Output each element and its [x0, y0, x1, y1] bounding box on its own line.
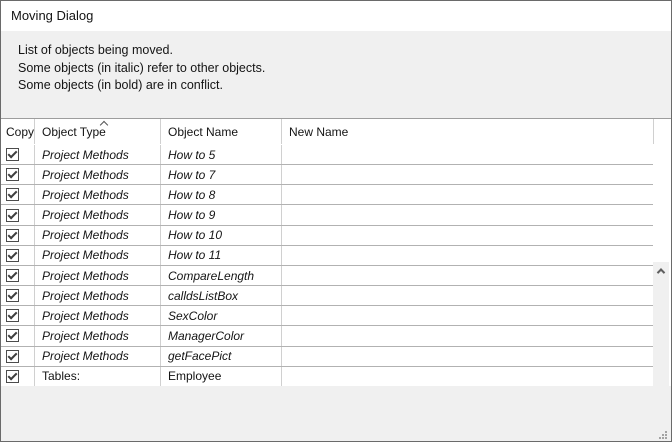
- object-name-cell: How to 7: [161, 165, 282, 184]
- copy-checkbox[interactable]: [6, 168, 19, 181]
- copy-checkbox[interactable]: [6, 209, 19, 222]
- copy-checkbox[interactable]: [6, 370, 19, 383]
- objects-table: Copy Object Type Object Name New Name Pr…: [1, 118, 671, 386]
- chevron-up-icon: [657, 268, 665, 276]
- object-name-cell: How to 8: [161, 185, 282, 204]
- new-name-cell[interactable]: [282, 226, 653, 245]
- object-name-cell: getFacePict: [161, 347, 282, 366]
- info-line-3: Some objects (in bold) are in conflict.: [18, 77, 671, 95]
- moving-dialog-window: Moving Dialog List of objects being move…: [0, 0, 672, 442]
- object-name-cell: How to 5: [161, 145, 282, 164]
- object-name-cell: ManagerColor: [161, 326, 282, 345]
- table-row[interactable]: Project Methods How to 8: [1, 185, 653, 205]
- object-type-cell: Project Methods: [35, 205, 161, 224]
- object-type-cell: Project Methods: [35, 185, 161, 204]
- column-header-filler: [654, 119, 671, 144]
- copy-checkbox[interactable]: [6, 350, 19, 363]
- copy-cell: [1, 185, 35, 204]
- table-row[interactable]: Project Methods getFacePict: [1, 347, 653, 367]
- copy-checkbox[interactable]: [6, 269, 19, 282]
- new-name-cell[interactable]: [282, 246, 653, 265]
- copy-cell: [1, 165, 35, 184]
- copy-checkbox[interactable]: [6, 188, 19, 201]
- new-name-cell[interactable]: [282, 185, 653, 204]
- button-bar: Next > Cancel: [1, 386, 671, 442]
- table-row[interactable]: Project Methods calldsListBox: [1, 286, 653, 306]
- object-name-cell: How to 11: [161, 246, 282, 265]
- object-type-cell: Project Methods: [35, 266, 161, 285]
- table-row[interactable]: Project Methods SexColor: [1, 306, 653, 326]
- object-type-cell: Project Methods: [35, 145, 161, 164]
- info-line-2: Some objects (in italic) refer to other …: [18, 60, 671, 78]
- new-name-cell[interactable]: [282, 165, 653, 184]
- object-type-cell: Project Methods: [35, 246, 161, 265]
- table-row[interactable]: Project Methods ManagerColor: [1, 326, 653, 346]
- copy-checkbox[interactable]: [6, 329, 19, 342]
- table-body: Project Methods How to 5 Project Methods…: [1, 145, 653, 387]
- object-type-cell: Project Methods: [35, 347, 161, 366]
- object-name-cell: Employee: [161, 367, 282, 386]
- object-type-cell: Tables:: [35, 367, 161, 386]
- column-header-new-name[interactable]: New Name: [282, 119, 654, 144]
- copy-cell: [1, 367, 35, 386]
- object-type-cell: Project Methods: [35, 226, 161, 245]
- new-name-cell[interactable]: [282, 306, 653, 325]
- new-name-cell[interactable]: [282, 205, 653, 224]
- object-type-cell: Project Methods: [35, 306, 161, 325]
- new-name-cell[interactable]: [282, 347, 653, 366]
- resize-grip-icon[interactable]: [658, 430, 667, 439]
- object-name-cell: How to 10: [161, 226, 282, 245]
- table-row[interactable]: Project Methods How to 5: [1, 145, 653, 165]
- table-header: Copy Object Type Object Name New Name: [1, 119, 671, 144]
- new-name-cell[interactable]: [282, 145, 653, 164]
- info-line-1: List of objects being moved.: [18, 42, 671, 60]
- copy-checkbox[interactable]: [6, 249, 19, 262]
- title-bar: Moving Dialog: [1, 1, 671, 31]
- object-name-cell: SexColor: [161, 306, 282, 325]
- copy-checkbox[interactable]: [6, 148, 19, 161]
- object-name-cell: How to 9: [161, 205, 282, 224]
- copy-cell: [1, 226, 35, 245]
- column-header-object-type[interactable]: Object Type: [35, 119, 161, 144]
- copy-cell: [1, 246, 35, 265]
- info-panel: List of objects being moved. Some object…: [1, 31, 671, 118]
- object-name-cell: CompareLength: [161, 266, 282, 285]
- copy-cell: [1, 306, 35, 325]
- object-type-cell: Project Methods: [35, 326, 161, 345]
- column-header-object-name[interactable]: Object Name: [161, 119, 282, 144]
- table-row[interactable]: Tables: Employee: [1, 367, 653, 387]
- copy-cell: [1, 145, 35, 164]
- table-row[interactable]: Project Methods CompareLength: [1, 266, 653, 286]
- table-row[interactable]: Project Methods How to 11: [1, 246, 653, 266]
- new-name-cell[interactable]: [282, 367, 653, 386]
- copy-cell: [1, 286, 35, 305]
- object-type-cell: Project Methods: [35, 286, 161, 305]
- copy-checkbox[interactable]: [6, 289, 19, 302]
- copy-checkbox[interactable]: [6, 229, 19, 242]
- new-name-cell[interactable]: [282, 326, 653, 345]
- new-name-cell[interactable]: [282, 266, 653, 285]
- object-type-cell: Project Methods: [35, 165, 161, 184]
- copy-checkbox[interactable]: [6, 309, 19, 322]
- copy-cell: [1, 205, 35, 224]
- table-row[interactable]: Project Methods How to 7: [1, 165, 653, 185]
- object-name-cell: calldsListBox: [161, 286, 282, 305]
- table-row[interactable]: Project Methods How to 9: [1, 205, 653, 225]
- copy-cell: [1, 266, 35, 285]
- window-title: Moving Dialog: [11, 8, 93, 23]
- copy-cell: [1, 326, 35, 345]
- scroll-up-button[interactable]: [653, 262, 669, 279]
- table-row[interactable]: Project Methods How to 10: [1, 226, 653, 246]
- column-header-copy[interactable]: Copy: [1, 119, 35, 144]
- copy-cell: [1, 347, 35, 366]
- new-name-cell[interactable]: [282, 286, 653, 305]
